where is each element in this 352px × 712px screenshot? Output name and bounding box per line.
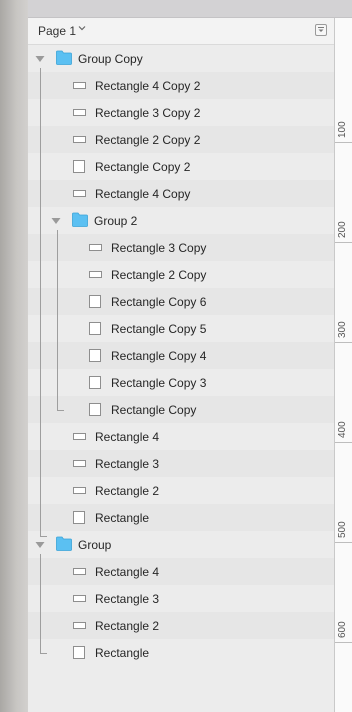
folder-icon [56,50,72,65]
rectangle-icon [89,244,102,251]
rectangle-icon [73,487,86,494]
rectangle-icon [73,622,86,629]
layer-row[interactable]: Rectangle Copy 4 [28,342,334,369]
layer-label: Rectangle [95,646,150,660]
tree-line [40,554,47,654]
layers-panel: Page 1 Group Copy Rectangle 4 Copy 2 Recta… [28,18,335,712]
ruler-label: 400 [337,421,348,438]
layer-row[interactable]: Rectangle 3 [28,450,334,477]
layer-row[interactable]: Rectangle Copy 2 [28,153,334,180]
layer-label: Rectangle 4 [95,430,160,444]
layer-row[interactable]: Rectangle 4 [28,558,334,585]
layer-row[interactable]: Rectangle 3 [28,585,334,612]
layers-header: Page 1 [28,18,334,45]
square-icon [89,376,101,389]
tree-line [57,230,64,411]
rectangle-icon [73,136,86,143]
layer-label: Rectangle 4 Copy [95,187,191,201]
layer-label: Rectangle 3 Copy 2 [95,106,201,120]
ruler-tick [335,142,352,143]
layer-row-group[interactable]: Group [28,531,334,558]
folder-icon [72,212,88,227]
layer-label: Group Copy [78,52,143,66]
layer-label: Rectangle 2 Copy 2 [95,133,201,147]
layer-row[interactable]: Rectangle 4 Copy 2 [28,72,334,99]
ruler-tick [335,342,352,343]
rectangle-icon [73,433,86,440]
title-strip [28,0,352,18]
layer-label: Rectangle Copy 2 [95,160,191,174]
folder-icon [56,536,72,551]
layer-row[interactable]: Rectangle 3 Copy 2 [28,99,334,126]
layer-label: Rectangle 4 Copy 2 [95,79,201,93]
collapse-icon [318,27,324,32]
layer-label: Rectangle Copy 5 [111,322,207,336]
layer-label: Rectangle 3 [95,457,160,471]
ruler-label: 300 [337,321,348,338]
ruler-label: 600 [337,621,348,638]
layer-row[interactable]: Rectangle [28,504,334,531]
disclosure-triangle-icon[interactable] [51,217,61,225]
rectangle-icon [73,82,86,89]
ruler-tick [335,242,352,243]
window-edge [0,0,28,712]
layer-row-group[interactable]: Group Copy [28,45,334,72]
rectangle-icon [73,595,86,602]
ruler-label: 500 [337,521,348,538]
layer-row-group[interactable]: Group 2 [28,207,334,234]
layer-label: Rectangle Copy 3 [111,376,207,390]
page-selector-label[interactable]: Page 1 [38,24,76,38]
ruler-tick [335,442,352,443]
layer-row[interactable]: Rectangle 3 Copy [28,234,334,261]
tree-line [40,68,47,537]
layer-label: Rectangle Copy 6 [111,295,207,309]
square-icon [89,403,101,416]
layer-label: Rectangle 2 [95,484,160,498]
layer-row[interactable]: Rectangle 2 [28,477,334,504]
rectangle-icon [73,109,86,116]
layer-label: Rectangle 4 [95,565,160,579]
disclosure-triangle-icon[interactable] [35,55,45,63]
layer-row[interactable]: Rectangle 2 [28,612,334,639]
rectangle-icon [73,460,86,467]
rectangle-icon [89,271,102,278]
layer-row[interactable]: Rectangle Copy 6 [28,288,334,315]
layer-label: Rectangle 3 [95,592,160,606]
layer-label: Group [78,538,112,552]
square-icon [73,511,85,524]
layer-row[interactable]: Rectangle [28,639,334,666]
layer-label: Rectangle Copy 4 [111,349,207,363]
layer-label: Rectangle 2 [95,619,160,633]
layer-label: Rectangle 3 Copy [111,241,207,255]
chevron-down-icon[interactable] [78,24,86,32]
layer-label: Rectangle [95,511,150,525]
square-icon [73,160,85,173]
vertical-ruler: 100 200 300 400 500 600 [335,18,352,712]
rectangle-icon [73,190,86,197]
layer-row[interactable]: Rectangle Copy 5 [28,315,334,342]
layer-label: Rectangle 2 Copy [111,268,207,282]
ruler-label: 200 [337,221,348,238]
disclosure-triangle-icon[interactable] [35,541,45,549]
square-icon [73,646,85,659]
layer-label: Rectangle Copy [111,403,197,417]
layer-row[interactable]: Rectangle 2 Copy [28,261,334,288]
ruler-tick [335,542,352,543]
layer-row[interactable]: Rectangle 4 Copy [28,180,334,207]
layer-label: Group 2 [94,214,138,228]
ruler-label: 100 [337,121,348,138]
square-icon [89,349,101,362]
layer-row[interactable]: Rectangle Copy 3 [28,369,334,396]
rectangle-icon [73,568,86,575]
ruler-tick [335,642,352,643]
collapse-layers-button[interactable] [315,24,327,36]
layer-row[interactable]: Rectangle 4 [28,423,334,450]
layer-row[interactable]: Rectangle Copy [28,396,334,423]
square-icon [89,322,101,335]
layer-row[interactable]: Rectangle 2 Copy 2 [28,126,334,153]
square-icon [89,295,101,308]
